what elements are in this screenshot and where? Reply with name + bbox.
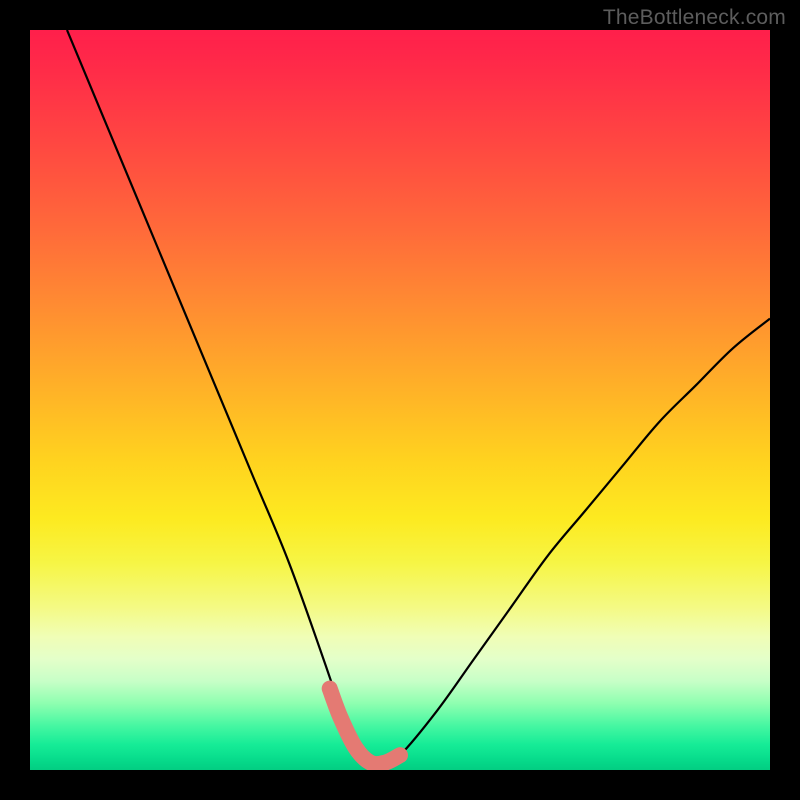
- bottleneck-curve: [67, 30, 770, 764]
- watermark-text: TheBottleneck.com: [603, 6, 786, 30]
- curve-svg: [30, 30, 770, 770]
- chart-frame: TheBottleneck.com: [0, 0, 800, 800]
- highlight-band: [330, 689, 400, 765]
- plot-area: [30, 30, 770, 770]
